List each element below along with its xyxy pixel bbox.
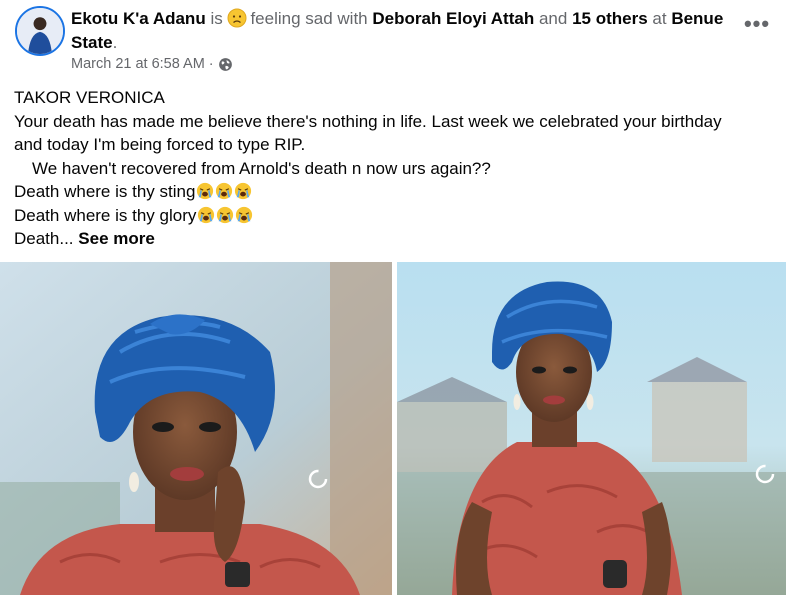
post-timestamp[interactable]: March 21 at 6:58 AM <box>71 56 205 72</box>
post-line-7-text: Death... <box>14 229 74 248</box>
post-line-1: TAKOR VERONICA <box>14 88 165 107</box>
sad-face-emoji-icon <box>227 8 247 28</box>
post-line-2: Your death has made me believe there's n… <box>14 111 722 131</box>
crying-face-icon <box>216 182 233 200</box>
location-suffix: . <box>112 33 118 52</box>
post-line-5: Death where is thy sting <box>14 180 774 204</box>
tagged-person[interactable]: Deborah Eloyi Attah <box>372 9 534 28</box>
photo-right[interactable] <box>397 262 786 595</box>
others-link[interactable]: 15 others <box>572 9 648 28</box>
post-line-3: and today I'm being forced to type RIP. <box>14 135 306 154</box>
post-body: TAKOR VERONICA Your death has made me be… <box>14 86 774 251</box>
crying-face-icon <box>236 206 253 223</box>
post-line-7: Death... See more <box>14 227 774 251</box>
at-text: at <box>652 9 667 28</box>
crying-face-icon <box>197 182 214 200</box>
is-text: is <box>210 9 223 28</box>
author-avatar[interactable] <box>15 6 65 56</box>
photo-left[interactable] <box>0 262 392 595</box>
and-text: and <box>538 9 568 28</box>
meta-separator: · <box>208 56 214 72</box>
see-more-link[interactable]: See more <box>78 229 155 248</box>
crying-face-icon <box>217 206 234 223</box>
more-options-button[interactable]: ••• <box>740 11 774 42</box>
feeling-text: feeling sad with <box>250 9 368 28</box>
crying-face-icon <box>235 182 252 200</box>
post-header: Ekotu K'a Adanu is feeling sad with Debo… <box>71 7 736 55</box>
globe-icon[interactable] <box>218 57 233 72</box>
more-options-icon: ••• <box>743 11 771 36</box>
post-line-5-text: Death where is thy sting <box>14 182 196 201</box>
crying-face-icon <box>198 206 215 223</box>
facebook-post: Ekotu K'a Adanu is feeling sad with Debo… <box>0 0 786 595</box>
post-line-6: Death where is thy glory <box>14 204 774 228</box>
post-meta: March 21 at 6:58 AM · <box>71 56 233 72</box>
post-line-6-text: Death where is thy glory <box>14 205 197 225</box>
author-name[interactable]: Ekotu K'a Adanu <box>71 9 206 28</box>
post-line-4: We haven't recovered from Arnold's death… <box>32 158 491 178</box>
